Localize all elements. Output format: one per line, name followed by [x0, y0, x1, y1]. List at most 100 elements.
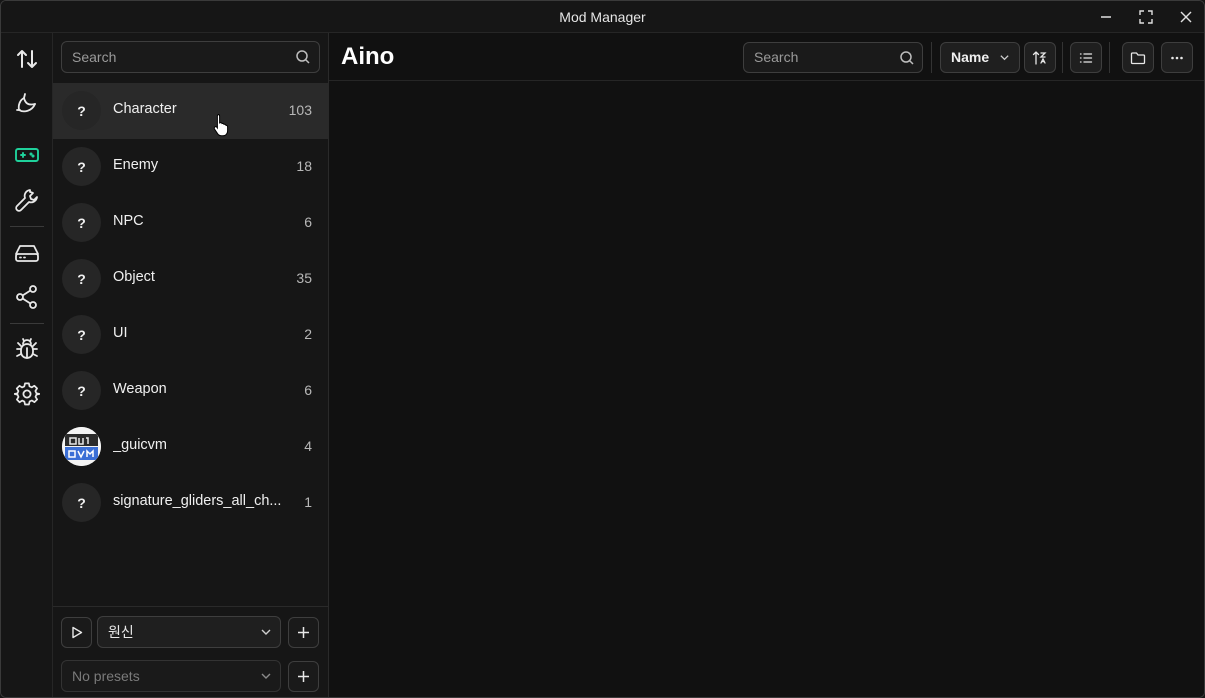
add-game-button[interactable] [288, 617, 319, 648]
title-bar: Mod Manager [1, 1, 1204, 33]
category-name: signature_gliders_all_ch... [113, 493, 282, 509]
sort-select[interactable]: Name [940, 42, 1020, 73]
mod-search-input[interactable]: Search [754, 43, 798, 72]
gamepad-icon [15, 148, 39, 162]
minimize-icon [1101, 16, 1111, 18]
rail-settings-button[interactable] [9, 376, 45, 412]
category-avatar: ? [62, 91, 101, 130]
guicvm-logo-icon [62, 427, 101, 466]
chevron-down-icon [1000, 55, 1009, 61]
category-avatar: ? [62, 483, 101, 522]
rail-games-button[interactable] [9, 137, 45, 173]
category-name: Enemy [113, 157, 159, 173]
category-avatar: ? [62, 203, 101, 242]
folder-icon [1130, 51, 1146, 64]
preset-select[interactable]: No presets [61, 660, 281, 692]
category-avatar: ? [62, 259, 101, 298]
category-avatar: ? [62, 147, 101, 186]
add-preset-button[interactable] [288, 661, 319, 692]
rail-banana-button[interactable] [9, 85, 45, 121]
rail-sort-button[interactable] [9, 41, 45, 77]
chevron-down-icon [261, 673, 271, 679]
main-content: Aino Search Name [329, 33, 1204, 697]
category-item-weapon[interactable]: ? Weapon 6 [53, 363, 328, 419]
chevron-down-icon [261, 629, 271, 635]
sort-select-value: Name [951, 49, 990, 65]
category-search[interactable]: Search [61, 41, 320, 73]
icon-rail [1, 33, 53, 697]
category-count: 1 [304, 494, 312, 510]
plus-icon [298, 671, 309, 682]
share-icon [16, 285, 37, 309]
game-select-value: 원신 [108, 624, 134, 640]
category-item-guicvm[interactable]: _guicvm 4 [53, 419, 328, 475]
rail-tools-button[interactable] [9, 182, 45, 218]
category-name: UI [113, 325, 128, 341]
category-count: 18 [296, 158, 312, 174]
search-icon [296, 50, 310, 64]
category-name: Character [113, 101, 177, 117]
plus-icon [298, 627, 309, 638]
category-name: Object [113, 269, 155, 285]
rail-drive-button[interactable] [9, 235, 45, 271]
bug-icon [16, 338, 38, 359]
sort-ascending-icon [1032, 50, 1047, 65]
panel-footer: 원신 No presets [53, 606, 328, 697]
category-item-character[interactable]: ? Character 103 [53, 83, 328, 139]
sort-arrows-icon [17, 50, 37, 68]
main-header: Aino Search Name [329, 33, 1204, 81]
more-options-button[interactable] [1161, 42, 1193, 73]
category-list: ? Character 103 ? Enemy 18 ? NPC 6 ? Obj… [53, 83, 328, 531]
play-icon [72, 626, 83, 639]
category-count: 103 [288, 102, 312, 118]
minimize-button[interactable] [1086, 1, 1126, 33]
search-icon [900, 51, 914, 65]
game-select[interactable]: 원신 [97, 616, 281, 648]
close-icon [1180, 11, 1192, 23]
gear-icon [14, 382, 40, 406]
header-divider [1062, 42, 1063, 73]
category-item-ui[interactable]: ? UI 2 [53, 307, 328, 363]
banana-icon [16, 93, 36, 113]
rail-debug-button[interactable] [9, 331, 45, 367]
wrench-icon [15, 189, 38, 212]
category-item-npc[interactable]: ? NPC 6 [53, 195, 328, 251]
open-folder-button[interactable] [1122, 42, 1154, 73]
rail-divider [10, 323, 44, 324]
category-count: 2 [304, 326, 312, 342]
category-avatar: ? [62, 315, 101, 354]
category-count: 6 [304, 382, 312, 398]
page-title: Aino [341, 43, 395, 70]
category-search-input[interactable]: Search [72, 42, 272, 72]
category-item-signature-gliders[interactable]: ? signature_gliders_all_ch... 1 [53, 475, 328, 531]
preset-select-value: No presets [72, 668, 140, 684]
category-name: Weapon [113, 381, 167, 397]
category-item-object[interactable]: ? Object 35 [53, 251, 328, 307]
header-divider [1109, 42, 1110, 73]
header-divider [931, 42, 932, 73]
category-count: 6 [304, 214, 312, 230]
sort-order-button[interactable] [1024, 42, 1056, 73]
fullscreen-icon [1139, 10, 1153, 24]
hand-cursor-icon [213, 114, 229, 137]
close-button[interactable] [1166, 1, 1204, 33]
category-avatar-image [62, 427, 101, 466]
category-count: 4 [304, 438, 312, 454]
window-title: Mod Manager [559, 9, 646, 25]
category-name: _guicvm [113, 437, 167, 453]
mod-search[interactable]: Search [743, 42, 923, 73]
rail-share-button[interactable] [9, 279, 45, 315]
category-item-enemy[interactable]: ? Enemy 18 [53, 139, 328, 195]
category-name: NPC [113, 213, 144, 229]
category-avatar: ? [62, 371, 101, 410]
rail-divider [10, 226, 44, 227]
category-count: 35 [296, 270, 312, 286]
maximize-button[interactable] [1126, 1, 1166, 33]
view-list-button[interactable] [1070, 42, 1102, 73]
more-horizontal-icon [1171, 56, 1183, 59]
category-panel: Search ? Character 103 ? Enemy 18 ? NPC … [53, 33, 329, 697]
launch-game-button[interactable] [61, 617, 92, 648]
app-window: Mod Manager Search ? Character 103 ? Ene… [0, 0, 1205, 698]
list-icon [1079, 52, 1093, 63]
drive-icon [15, 245, 39, 262]
